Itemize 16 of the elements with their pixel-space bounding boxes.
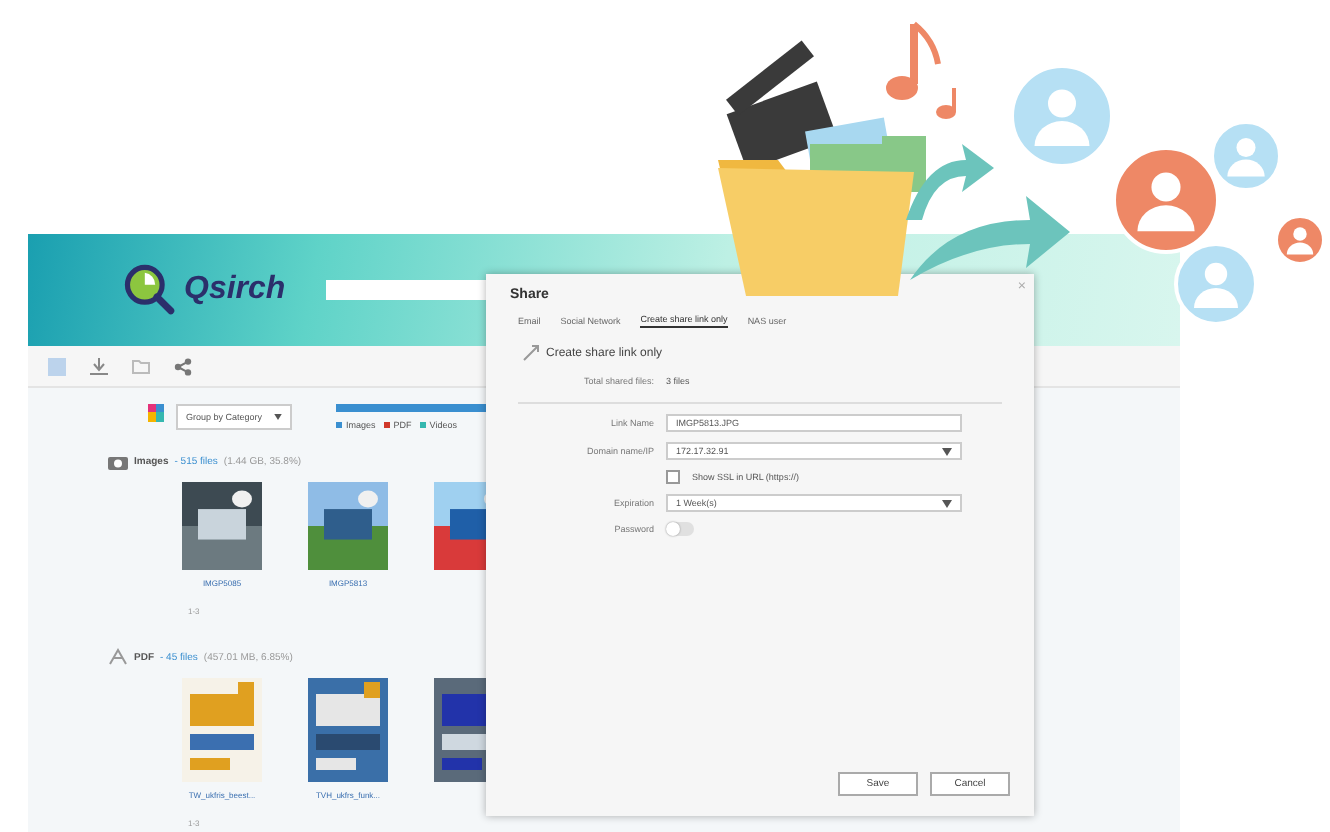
music-note-icon [886,21,956,119]
link-icon [522,344,540,362]
pdf-icon [108,648,128,666]
folder-icon [718,117,926,296]
caret-icon [274,414,283,420]
checkbox[interactable] [666,470,680,484]
palette-icon [148,404,164,422]
download-icon[interactable] [90,357,108,375]
person-icon [1010,64,1114,168]
camera-icon [108,454,128,470]
magnifier-logo-icon [124,264,176,316]
caret-icon [942,447,952,455]
caret-icon [942,499,952,507]
logo-text: Qsirch [184,272,286,308]
person-icon [1174,242,1258,326]
toggle-switch[interactable] [666,522,694,536]
